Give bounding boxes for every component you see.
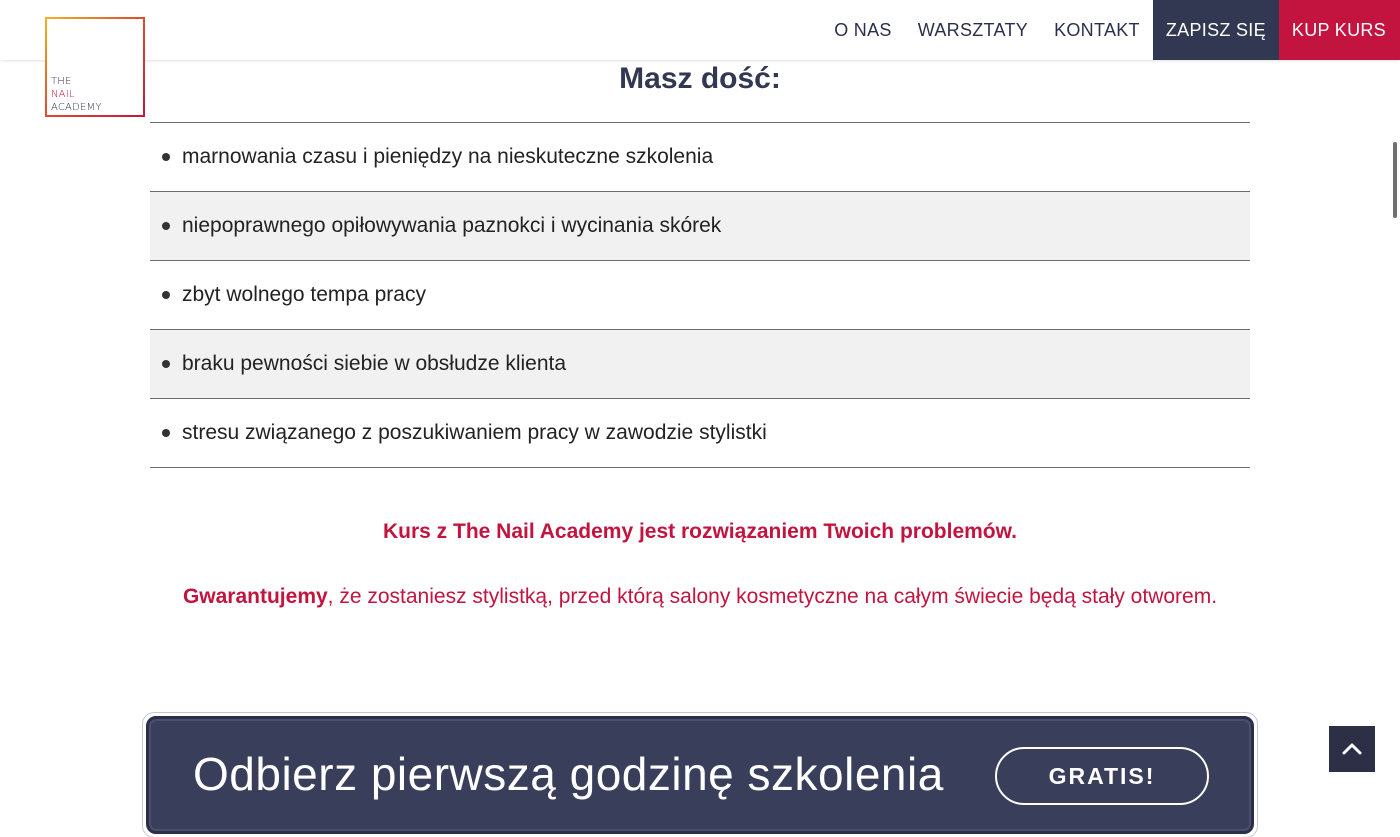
bullet-icon: [162, 291, 170, 299]
cta-free-button[interactable]: GRATIS!: [995, 747, 1209, 805]
nav-signup-button[interactable]: ZAPISZ SIĘ: [1152, 0, 1279, 60]
list-item: zbyt wolnego tempa pracy: [150, 261, 1250, 330]
list-item: stresu związanego z poszukiwaniem pracy …: [150, 399, 1250, 468]
nav-contact[interactable]: KONTAKT: [1041, 0, 1153, 60]
cta-banner: Odbierz pierwszą godzinę szkolenia GRATI…: [146, 716, 1254, 834]
guarantee-text: , że zostaniesz stylistką, przed którą s…: [327, 585, 1218, 608]
list-item: braku pewności siebie w obsłudze klienta: [150, 330, 1250, 399]
nav-buy-course-button[interactable]: KUP KURS: [1278, 0, 1400, 60]
list-item-text: niepoprawnego opiłowywania paznokci i wy…: [182, 214, 722, 237]
list-item: marnowania czasu i pieniędzy na nieskute…: [150, 123, 1250, 192]
list-item-text: braku pewności siebie w obsłudze klienta: [182, 352, 567, 375]
list-item-text: stresu związanego z poszukiwaniem pracy …: [182, 421, 767, 444]
pain-points-list: marnowania czasu i pieniędzy na nieskute…: [150, 122, 1250, 468]
cta-text: Odbierz pierwszą godzinę szkolenia: [193, 748, 944, 800]
solution-statement: Kurs z The Nail Academy jest rozwiązanie…: [382, 520, 1018, 543]
list-item-text: marnowania czasu i pieniędzy na nieskute…: [182, 145, 714, 168]
guarantee-emphasis: Gwarantujemy: [182, 585, 328, 608]
bullet-icon: [162, 429, 170, 437]
bullet-icon: [162, 360, 170, 368]
logo-line-the: THE: [51, 76, 72, 87]
bullet-icon: [162, 153, 170, 161]
guarantee-statement: Gwarantujemy, że zostaniesz stylistką, p…: [150, 578, 1250, 615]
scrollbar-thumb[interactable]: [1393, 142, 1397, 218]
logo[interactable]: THE NAIL ACADEMY: [45, 17, 145, 117]
section-title: Masz dość:: [619, 62, 781, 95]
bullet-icon: [162, 222, 170, 230]
nav-workshops[interactable]: WARSZTATY: [905, 0, 1041, 60]
nav-about[interactable]: O NAS: [821, 0, 905, 60]
logo-line-nail: NAIL: [51, 89, 75, 100]
logo-wordmark: THE NAIL ACADEMY: [51, 75, 102, 114]
back-to-top-button[interactable]: [1329, 726, 1375, 772]
logo-line-academy: ACADEMY: [51, 102, 102, 113]
chevron-up-icon: [1342, 743, 1362, 755]
main-nav: O NAS WARSZTATY KONTAKT ZAPISZ SIĘ KUP K…: [821, 0, 1400, 60]
list-item-text: zbyt wolnego tempa pracy: [182, 283, 426, 306]
site-header: O NAS WARSZTATY KONTAKT ZAPISZ SIĘ KUP K…: [0, 0, 1400, 60]
list-item: niepoprawnego opiłowywania paznokci i wy…: [150, 192, 1250, 261]
